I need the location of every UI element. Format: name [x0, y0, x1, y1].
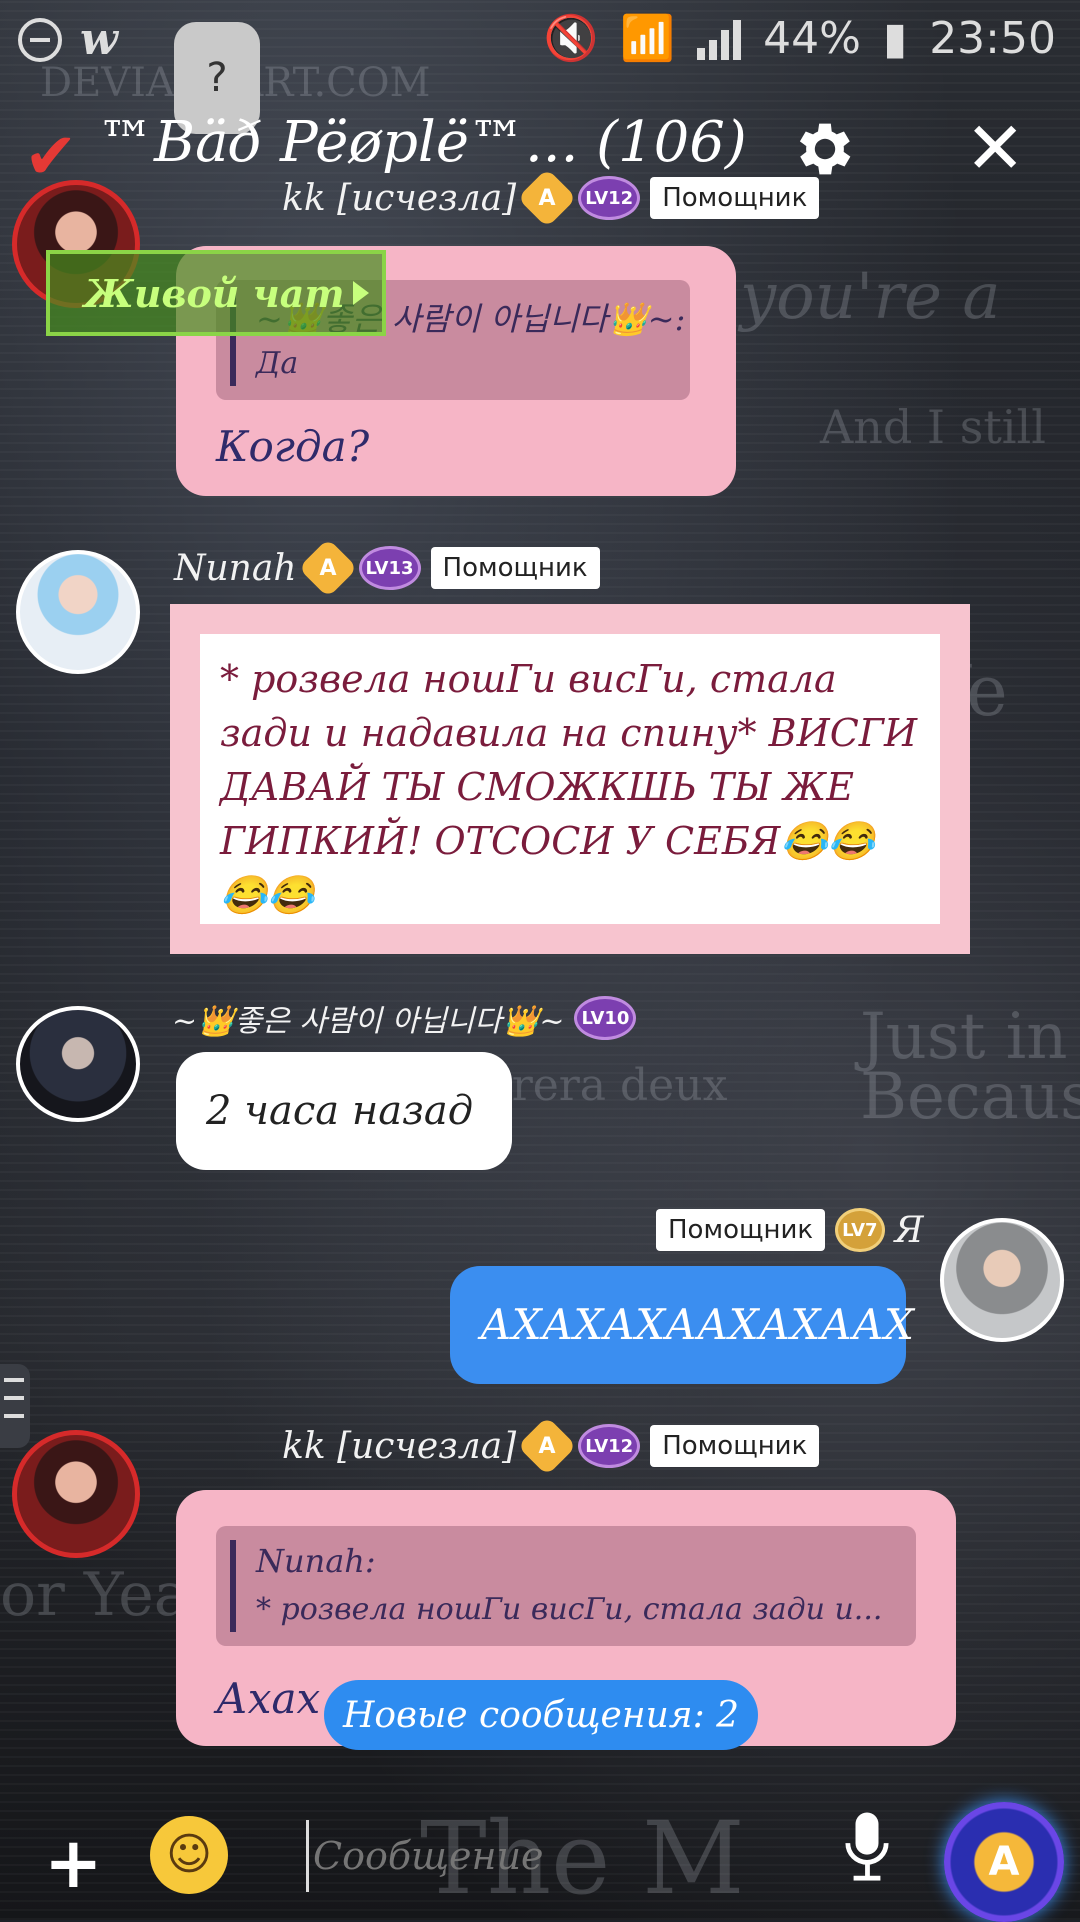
- chat-title[interactable]: ™Bäð Pëøplë™... (106): [98, 110, 747, 175]
- clock: 23:50: [929, 12, 1056, 64]
- message-text: Ахах: [216, 1674, 321, 1723]
- message-text: АХАХАХААХАХААХ: [480, 1300, 914, 1349]
- message-text: Когда?: [216, 422, 370, 471]
- message-bubble[interactable]: АХАХАХААХАХААХ: [450, 1266, 914, 1384]
- live-chat-button[interactable]: Живой чат: [46, 250, 386, 336]
- role-badge: Помощник: [650, 177, 820, 219]
- leader-badge-icon: [517, 1416, 577, 1476]
- message-header: Nunah LV13 Помощник: [174, 538, 600, 598]
- avatar[interactable]: [16, 550, 140, 674]
- avatar[interactable]: [16, 1006, 140, 1122]
- signal-icon: [697, 16, 742, 60]
- plus-icon[interactable]: +: [44, 1822, 103, 1904]
- level-badge: LV7: [835, 1208, 885, 1252]
- author-name[interactable]: ~👑좋은 사람이 아닙니다👑~: [172, 996, 564, 1040]
- quote-text: Да: [256, 346, 299, 381]
- status-bar: w 🔇 📶 44% ▮ 23:50: [0, 0, 1080, 80]
- message-card[interactable]: * розвела ношГи висГи, стала зади и нада…: [170, 604, 970, 954]
- message-text: 2 часа назад: [206, 1088, 474, 1134]
- live-chat-label: Живой чат: [84, 270, 345, 316]
- author-name[interactable]: Я: [895, 1210, 924, 1251]
- close-icon[interactable]: ✕: [965, 106, 1025, 190]
- level-badge: LV12: [578, 176, 641, 220]
- play-icon: [352, 281, 369, 305]
- reply-quote[interactable]: Nunah: * розвела ношГи висГи, стала зади…: [216, 1526, 916, 1646]
- message-header: Помощник LV7 Я: [656, 1208, 924, 1252]
- wifi-icon: 📶: [620, 13, 676, 64]
- message-header: ~👑좋은 사람이 아닙니다👑~ LV10: [172, 996, 637, 1040]
- gear-icon[interactable]: [790, 114, 860, 184]
- message-bubble[interactable]: 2 часа назад: [176, 1052, 512, 1170]
- coin-store-icon[interactable]: [944, 1802, 1064, 1922]
- level-badge: LV12: [578, 1424, 641, 1468]
- message-input[interactable]: [306, 1820, 815, 1892]
- message-text: * розвела ношГи висГи, стала зади и нада…: [220, 657, 918, 917]
- message-header: kk [исчезла] LV12 Помощник: [282, 168, 820, 228]
- avatar[interactable]: [940, 1218, 1064, 1342]
- battery-percent: 44%: [763, 12, 861, 64]
- quote-author: Nunah:: [256, 1542, 376, 1580]
- leader-badge-icon: [517, 168, 577, 228]
- quote-text: * розвела ношГи висГи, стала зади и...: [256, 1592, 883, 1627]
- level-badge: LV10: [574, 996, 637, 1040]
- author-name[interactable]: Nunah: [174, 548, 297, 589]
- emoji-icon[interactable]: ☺: [150, 1816, 228, 1894]
- message-header: kk [исчезла] LV12 Помощник: [282, 1416, 820, 1476]
- new-messages-button[interactable]: Новые сообщения: 2: [324, 1680, 758, 1750]
- avatar[interactable]: [12, 1430, 140, 1558]
- role-badge: Помощник: [430, 547, 600, 589]
- leader-badge-icon: [297, 538, 358, 598]
- microphone-icon[interactable]: [844, 1812, 890, 1882]
- mute-icon: 🔇: [543, 13, 599, 64]
- battery-icon: ▮: [882, 12, 908, 64]
- level-badge: LV13: [358, 546, 421, 590]
- do-not-disturb-icon: [18, 17, 62, 62]
- author-name[interactable]: kk [исчезла]: [282, 1426, 516, 1467]
- app-notification-icon: w: [80, 14, 118, 65]
- composer-bar: + ☺: [0, 1790, 1080, 1922]
- role-badge: Помощник: [656, 1209, 826, 1251]
- role-badge: Помощник: [650, 1425, 820, 1467]
- side-menu-handle[interactable]: [0, 1364, 30, 1448]
- author-name[interactable]: kk [исчезла]: [282, 178, 516, 219]
